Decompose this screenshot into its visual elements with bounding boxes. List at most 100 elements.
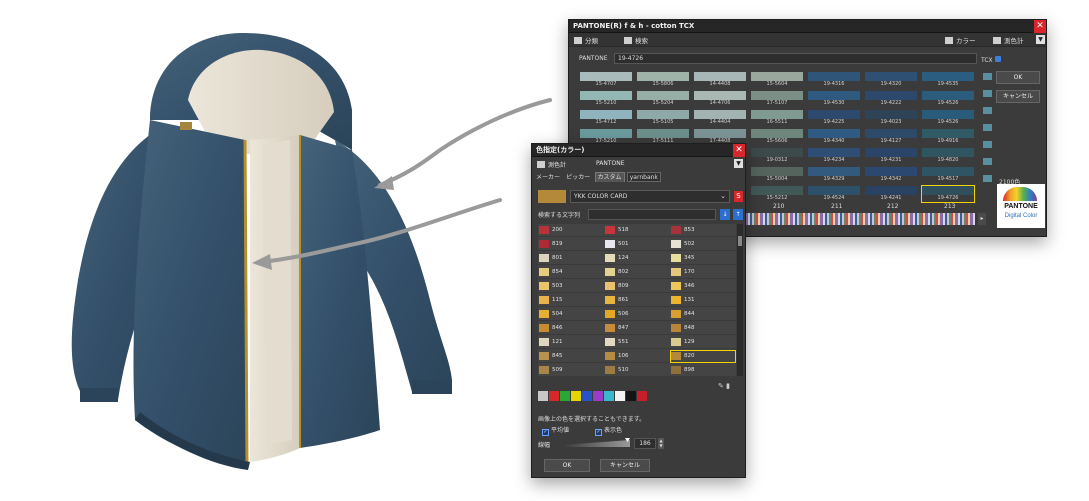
palette-swatch[interactable] — [615, 391, 625, 401]
pantone-swatch[interactable]: 15-5004 — [751, 167, 803, 183]
palette-swatch[interactable] — [593, 391, 603, 401]
pantone-swatch[interactable]: 19-4517 — [922, 167, 974, 183]
width-stepper[interactable]: ▲ ▼ — [658, 438, 664, 449]
color-list-item[interactable]: 121 — [538, 336, 604, 349]
scrollbar-thumb[interactable] — [738, 236, 742, 246]
tab-picker[interactable]: ピッカー — [564, 173, 592, 183]
pantone-swatch[interactable]: 14-4706 — [694, 91, 746, 107]
palette-swatch[interactable] — [626, 391, 636, 401]
pantone-swatch[interactable]: 19-4526 — [922, 91, 974, 107]
pantone-swatch[interactable]: 19-4320 — [865, 72, 917, 88]
pantone-swatch[interactable]: 15-4707 — [580, 72, 632, 88]
color-list-item[interactable]: 170 — [670, 266, 736, 279]
code-input[interactable]: 19-4726 — [614, 53, 977, 64]
pantone-swatch[interactable]: 15-5105 — [637, 110, 689, 126]
search-button[interactable]: 検索 — [624, 35, 648, 45]
palette-swatch[interactable] — [582, 391, 592, 401]
pantone-swatch[interactable]: 19-4222 — [865, 91, 917, 107]
color-list-item[interactable]: 861 — [604, 294, 670, 307]
pantone-swatch[interactable]: 19-4127 — [865, 129, 917, 145]
pantone-swatch[interactable]: 15-5210 — [580, 91, 632, 107]
palette-swatch[interactable] — [560, 391, 570, 401]
pantone-swatch[interactable]: 19-4820 — [922, 148, 974, 164]
color-list-item[interactable]: 551 — [604, 336, 670, 349]
color-list-item[interactable]: 106 — [604, 350, 670, 363]
color-list-item[interactable]: 847 — [604, 322, 670, 335]
cancel-button[interactable]: キャンセル — [600, 459, 650, 472]
pantone-swatch[interactable]: 19-4526 — [922, 110, 974, 126]
tab-yarnbank[interactable]: yarnbank — [626, 172, 661, 182]
classify-button[interactable]: 分類 — [574, 35, 598, 45]
tab-custom[interactable]: カスタム — [594, 172, 625, 182]
color-card-select[interactable]: YKK COLOR CARD ⌄ — [570, 190, 730, 203]
color-list-item[interactable]: 131 — [670, 294, 736, 307]
pantone-swatch[interactable]: 15-5806 — [637, 72, 689, 88]
color-list-item[interactable]: 200 — [538, 224, 604, 237]
palette-swatch[interactable] — [549, 391, 559, 401]
color-list-item[interactable]: 115 — [538, 294, 604, 307]
close-icon[interactable]: ✕ — [733, 144, 745, 157]
pantone-swatch[interactable]: 15-4712 — [580, 110, 632, 126]
color-button[interactable]: カラー — [945, 35, 976, 45]
color-list-item[interactable]: 809 — [604, 280, 670, 293]
pantone-swatch[interactable]: 19-4241 — [865, 186, 917, 202]
meter-button[interactable]: 測色計 — [993, 35, 1024, 45]
color-list-item[interactable]: 504 — [538, 308, 604, 321]
pantone-swatch[interactable]: 19-0312 — [751, 148, 803, 164]
close-icon[interactable]: ✕ — [1034, 20, 1046, 33]
search-input[interactable] — [588, 209, 716, 220]
color-list-item[interactable]: 509 — [538, 364, 604, 376]
color-list-item[interactable]: 853 — [670, 224, 736, 237]
pantone-swatch[interactable]: 19-4231 — [865, 148, 917, 164]
average-checkbox[interactable]: ✓ 平均値 — [542, 427, 569, 436]
color-list-item[interactable]: 346 — [670, 280, 736, 293]
pantone-swatch[interactable]: 17-5107 — [751, 91, 803, 107]
ok-button[interactable]: OK — [996, 71, 1040, 84]
pantone-swatch[interactable]: 19-4234 — [808, 148, 860, 164]
pantone-swatch[interactable]: 16-5511 — [751, 110, 803, 126]
color-list-item[interactable]: 802 — [604, 266, 670, 279]
pantone-swatch[interactable]: 19-4023 — [865, 110, 917, 126]
palette-swatch[interactable] — [538, 391, 548, 401]
pantone-swatch[interactable]: 14-4404 — [694, 110, 746, 126]
color-list-item[interactable]: 898 — [670, 364, 736, 376]
pantone-swatch[interactable]: 15-5604 — [751, 72, 803, 88]
pantone-swatch[interactable]: 19-4726 — [921, 185, 975, 203]
arrow-up-icon[interactable]: ↑ — [733, 209, 743, 220]
arrow-down-icon[interactable]: ↓ — [720, 209, 730, 220]
color-list-item[interactable]: 801 — [538, 252, 604, 265]
pantone-swatch[interactable]: 19-4530 — [808, 91, 860, 107]
eyedropper-icon[interactable]: ✎ ▮ — [718, 382, 730, 390]
pantone-swatch[interactable]: 15-5212 — [751, 186, 803, 202]
color-list-item[interactable]: 502 — [670, 238, 736, 251]
color-list-item[interactable]: 848 — [670, 322, 736, 335]
pantone-swatch[interactable]: 15-5606 — [751, 129, 803, 145]
pantone-swatch[interactable]: 19-4916 — [922, 129, 974, 145]
color-list-item[interactable]: 844 — [670, 308, 736, 321]
ok-button[interactable]: OK — [544, 459, 590, 472]
width-slider[interactable] — [563, 440, 630, 447]
pantone-swatch[interactable]: 19-4316 — [808, 72, 860, 88]
pantone-swatch[interactable]: 19-4524 — [808, 186, 860, 202]
color-list-item[interactable]: 129 — [670, 336, 736, 349]
display-color-checkbox[interactable]: ✓ 表示色 — [594, 427, 622, 436]
chevron-right-icon[interactable]: ▸ — [978, 213, 986, 225]
chevron-down-icon[interactable]: ▼ — [1036, 35, 1045, 44]
pantone-swatch[interactable]: 19-4329 — [808, 167, 860, 183]
list-scrollbar[interactable] — [737, 224, 743, 376]
palette-swatch[interactable] — [571, 391, 581, 401]
color-list-item[interactable]: 503 — [538, 280, 604, 293]
tab-maker[interactable]: メーカー — [534, 173, 562, 183]
pantone-swatch[interactable]: 19-4340 — [808, 129, 860, 145]
info-icon[interactable] — [994, 56, 1001, 62]
width-input[interactable]: 186 — [634, 438, 656, 449]
color-list-item[interactable]: 510 — [604, 364, 670, 376]
card-s-icon[interactable]: S — [734, 191, 743, 202]
color-list-item[interactable]: 854 — [538, 266, 604, 279]
pantone-swatch[interactable]: 19-4342 — [865, 167, 917, 183]
color-list-item[interactable]: 820 — [670, 350, 736, 363]
color-list-item[interactable]: 819 — [538, 238, 604, 251]
palette-swatch[interactable] — [637, 391, 647, 401]
color-list-item[interactable]: 845 — [538, 350, 604, 363]
color-list-item[interactable]: 501 — [604, 238, 670, 251]
